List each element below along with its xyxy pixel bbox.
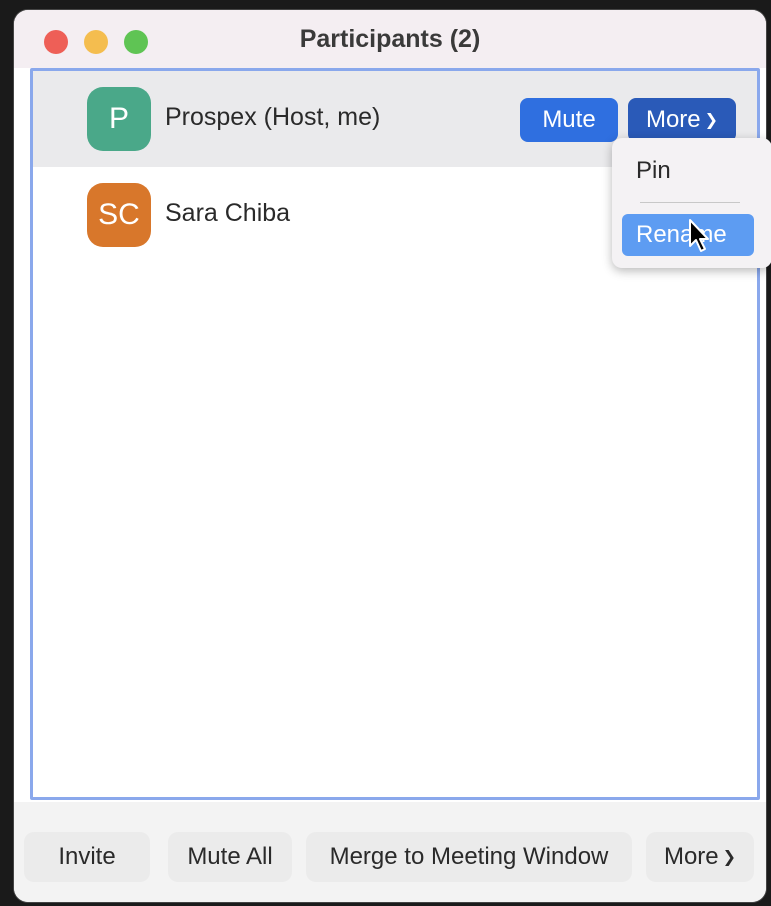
title-bar: Participants (2) — [14, 10, 766, 68]
more-button[interactable]: More ❯ — [628, 98, 736, 142]
chevron-down-icon: ❯ — [704, 111, 719, 129]
more-options-label: More — [663, 843, 719, 870]
mute-button[interactable]: Mute — [520, 98, 618, 142]
chevron-down-icon: ❯ — [722, 848, 737, 866]
window-title: Participants (2) — [299, 25, 481, 53]
invite-button[interactable]: Invite — [24, 832, 150, 882]
avatar: P — [87, 87, 151, 151]
bottom-toolbar: Invite Mute All Merge to Meeting Window … — [14, 802, 766, 902]
merge-to-meeting-window-button[interactable]: Merge to Meeting Window — [306, 832, 632, 882]
more-button-label: More — [645, 106, 701, 133]
menu-divider — [640, 202, 740, 203]
mute-all-button[interactable]: Mute All — [168, 832, 292, 882]
more-options-button[interactable]: More ❯ — [646, 832, 754, 882]
participant-name: Sara Chiba — [165, 199, 291, 227]
mouse-cursor-icon — [689, 219, 709, 252]
menu-item-pin[interactable]: Pin — [622, 150, 754, 192]
avatar: SC — [87, 183, 151, 247]
participant-name: Prospex (Host, me) — [165, 103, 381, 131]
